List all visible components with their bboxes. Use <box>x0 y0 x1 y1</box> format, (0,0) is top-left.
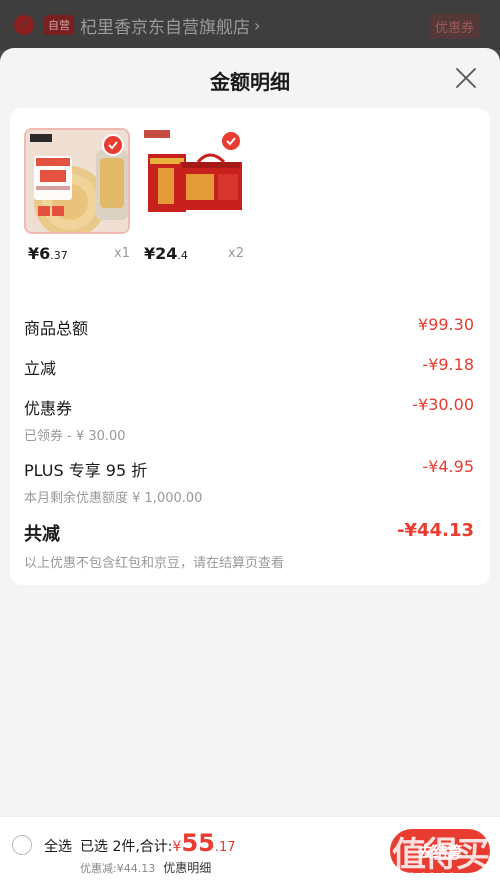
total-amount-int: 55 <box>181 829 215 857</box>
selected-summary: 已选 2件,合计:¥55.17 <box>80 829 236 857</box>
instant-discount-row: 立减 -¥9.18 <box>24 355 476 379</box>
product-quantity: x2 <box>228 246 244 261</box>
product-image-herbal-tea[interactable] <box>140 128 246 234</box>
coupon-sub: 已领券 - ¥ 30.00 <box>24 429 126 444</box>
self-operated-badge: 自营 <box>44 15 74 35</box>
goods-total-row: 商品总额 ¥99.30 <box>24 315 476 339</box>
plus-discount-label: PLUS 专享 95 折 <box>24 461 148 480</box>
store-coupon-button[interactable]: 优惠券 <box>428 14 480 39</box>
sheet-title: 金额明细 <box>210 70 290 94</box>
coupon-value: -¥30.00 <box>412 395 474 414</box>
price-detail-card: 商品总额 ¥99.30 立减 -¥9.18 优惠券 -¥30.00 已领券 - … <box>10 295 490 585</box>
plus-discount-row: PLUS 专享 95 折 -¥4.95 本月剩余优惠额度 ¥ 1,000.00 <box>24 457 476 506</box>
product-item[interactable]: ¥6.37 x1 <box>24 128 130 263</box>
checkout-bar: 全选 已选 2件,合计:¥55.17 优惠减:¥44.13 优惠明细 去结算 值得… <box>0 816 500 889</box>
watermark-url: zhizhizhi.com <box>394 871 486 885</box>
close-icon[interactable] <box>454 66 478 90</box>
store-name[interactable]: 杞里香京东自营旗舰店 <box>80 13 250 38</box>
select-all-label[interactable]: 全选 <box>44 836 72 856</box>
store-header: ✓ 自营 杞里香京东自营旗舰店 › 优惠券 <box>0 0 500 50</box>
select-all-radio[interactable] <box>12 835 32 855</box>
total-discount-row: 共减 -¥44.13 以上优惠不包含红包和京豆，请在结算页查看 <box>24 520 476 571</box>
product-check-icon[interactable] <box>220 130 242 152</box>
chevron-right-icon: › <box>254 15 261 35</box>
instant-discount-value: -¥9.18 <box>422 355 474 374</box>
plus-discount-value: -¥4.95 <box>422 457 474 476</box>
discount-amount: 优惠减:¥44.13 <box>80 862 156 875</box>
product-price: ¥24.4 <box>144 244 188 263</box>
total-discount-value: -¥44.13 <box>397 520 474 541</box>
product-check-icon[interactable] <box>102 134 124 156</box>
watermark-logo: 值得买 <box>392 835 490 875</box>
goods-total-value: ¥99.30 <box>418 315 474 334</box>
total-amount-dec: .17 <box>214 840 236 855</box>
store-check-icon[interactable]: ✓ <box>14 15 34 35</box>
product-item[interactable]: ¥24.4 x2 <box>140 128 246 263</box>
selected-count-text: 已选 2件,合计: <box>80 839 173 855</box>
product-quantity: x1 <box>114 246 130 261</box>
amount-detail-sheet: 金额明细 ¥6.37 x1 ¥24.4 x2 商品总额 ¥99.30 立减 -¥… <box>0 48 500 889</box>
total-discount-note: 以上优惠不包含红包和京豆，请在结算页查看 <box>24 556 285 571</box>
discount-summary: 优惠减:¥44.13 优惠明细 <box>80 859 211 876</box>
instant-discount-label: 立减 <box>24 359 57 378</box>
coupon-label: 优惠券 <box>24 399 73 418</box>
discount-detail-link[interactable]: 优惠明细 <box>163 861 211 875</box>
product-image-flatbread[interactable] <box>24 128 130 234</box>
product-price: ¥6.37 <box>28 244 68 263</box>
coupon-row: 优惠券 -¥30.00 已领券 - ¥ 30.00 <box>24 395 476 444</box>
goods-total-label: 商品总额 <box>24 319 89 338</box>
plus-quota-sub: 本月剩余优惠额度 ¥ 1,000.00 <box>24 491 203 506</box>
